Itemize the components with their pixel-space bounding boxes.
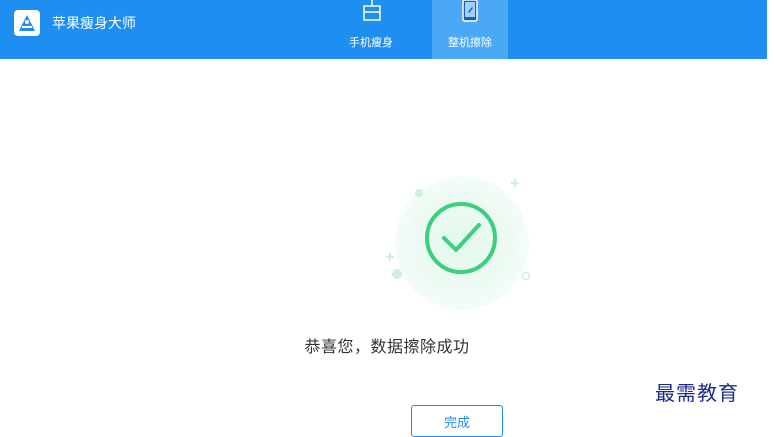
app-title: 苹果瘦身大师 <box>52 16 136 32</box>
phone-wipe-icon <box>462 0 478 22</box>
tab-label: 手机瘦身 <box>349 36 393 49</box>
brand: 苹果瘦身大师 <box>14 9 136 37</box>
tab-phone-wipe[interactable]: 整机擦除 <box>432 0 508 59</box>
success-illustration <box>370 170 540 310</box>
watermark: 最需教育 <box>655 381 739 405</box>
done-button[interactable]: 完成 <box>411 405 503 437</box>
phone-slim-icon <box>363 0 381 21</box>
check-circle-icon <box>425 202 497 274</box>
app-logo-icon <box>14 10 40 36</box>
tab-label: 整机擦除 <box>448 36 492 49</box>
success-message: 恭喜您，数据擦除成功 <box>304 337 470 356</box>
top-bar: 苹果瘦身大师 手机瘦身 整机擦除 <box>0 0 767 59</box>
tab-phone-slim[interactable]: 手机瘦身 <box>337 0 405 59</box>
